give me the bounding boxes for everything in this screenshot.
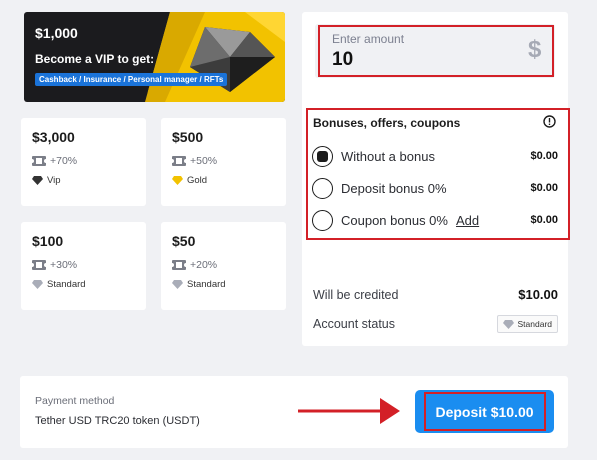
payment-method-value[interactable]: Tether USD TRC20 token (USDT): [35, 415, 200, 427]
status-badge: Standard: [496, 315, 558, 333]
vip-banner[interactable]: $1,000 Become a VIP to get: Cashback / I…: [24, 12, 285, 102]
payment-method-label: Payment method: [35, 395, 115, 407]
package-bonus: +70%: [50, 155, 78, 167]
package-amount: $3,000: [32, 129, 75, 145]
vip-amount: $1,000: [35, 25, 78, 41]
deposit-page: $1,000 Become a VIP to get: Cashback / I…: [0, 0, 597, 460]
vip-perks-badge: Cashback / Insurance / Personal manager …: [35, 73, 228, 86]
deposit-highlight-box: [424, 392, 546, 431]
amount-highlight-box: [318, 25, 554, 77]
package-amount: $500: [172, 129, 204, 145]
package-amount: $100: [32, 233, 64, 249]
package-card-100[interactable]: $100 +30% Standard: [21, 222, 146, 310]
ticket-icon: [172, 156, 186, 166]
silver-diamond-icon: [172, 279, 183, 289]
silver-diamond-icon: [32, 279, 43, 289]
package-bonus: +20%: [190, 259, 218, 271]
credited-value: $10.00: [518, 287, 558, 302]
vip-title: Become a VIP to get:: [35, 52, 155, 66]
account-status-label: Account status: [313, 317, 395, 331]
package-card-500[interactable]: $500 +50% Gold: [161, 118, 286, 206]
credited-row: Will be credited $10.00: [313, 287, 558, 302]
ticket-icon: [172, 260, 186, 270]
gold-diamond-icon: [172, 175, 183, 185]
package-tier: Gold: [187, 174, 208, 186]
account-status-row: Account status Standard: [313, 315, 558, 333]
ticket-icon: [32, 260, 46, 270]
silver-diamond-icon: [502, 319, 514, 329]
arrow-right-icon: [298, 398, 400, 424]
package-tier: Standard: [187, 278, 226, 290]
bonuses-highlight-box: [306, 108, 570, 240]
credited-label: Will be credited: [313, 287, 399, 302]
package-bonus: +50%: [190, 155, 218, 167]
package-tier: Standard: [47, 278, 86, 290]
black-diamond-icon: [32, 175, 43, 185]
package-tier: Vip: [47, 174, 61, 186]
status-badge-label: Standard: [517, 319, 553, 329]
package-card-50[interactable]: $50 +20% Standard: [161, 222, 286, 310]
ticket-icon: [32, 156, 46, 166]
package-card-3000[interactable]: $3,000 +70% Vip: [21, 118, 146, 206]
package-bonus: +30%: [50, 259, 78, 271]
package-amount: $50: [172, 233, 196, 249]
